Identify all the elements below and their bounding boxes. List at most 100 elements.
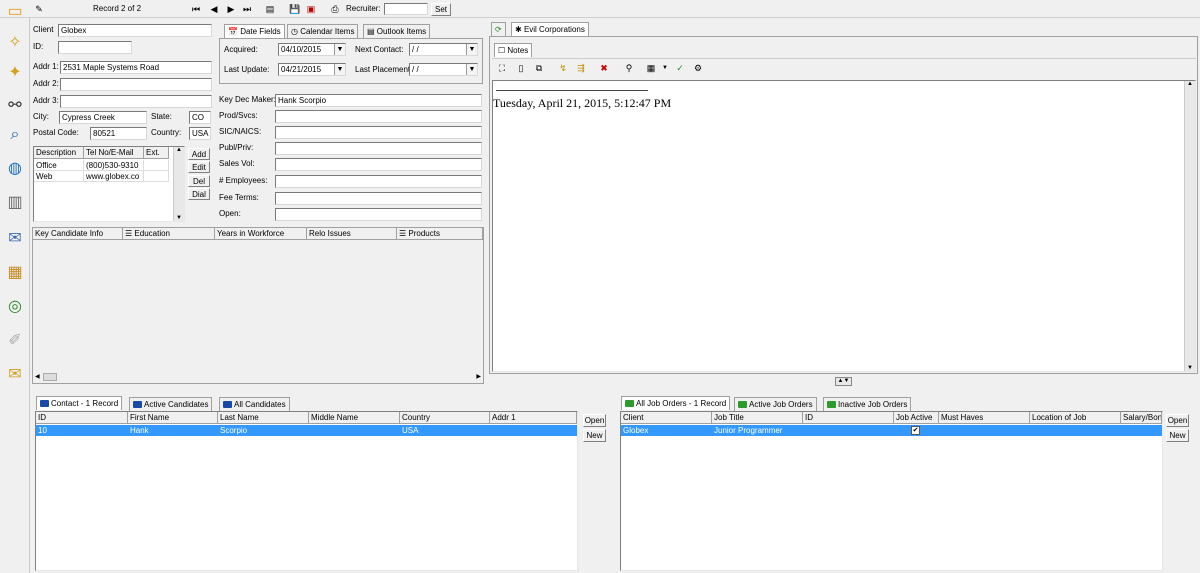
jobs-header-id[interactable]: ID (803, 412, 894, 424)
last-placement-field[interactable]: / / ▼ (409, 63, 478, 76)
refresh-tab-icon[interactable]: ⟳ (491, 22, 506, 36)
postal-field[interactable]: 80521 (90, 127, 147, 140)
new-record-icon[interactable]: ✧ (4, 32, 26, 54)
scroll-left-icon[interactable]: ◀ (35, 372, 40, 383)
jobs-header-must-haves[interactable]: Must Haves (939, 412, 1030, 424)
tab-calendar-items[interactable]: ◷ Calendar Items (287, 24, 359, 38)
contacts-header-last[interactable]: Last Name (218, 412, 309, 424)
client-field[interactable]: Globex (58, 24, 212, 37)
tab-date-fields[interactable]: 📅 Date Fields (224, 24, 285, 38)
state-field[interactable]: CO (189, 111, 211, 124)
dial-phone-button[interactable]: Dial (188, 188, 210, 200)
tab-all-candidates[interactable]: All Candidates (219, 397, 290, 411)
jobs-header-client[interactable]: Client (621, 412, 712, 424)
addr1-field[interactable]: 2531 Maple Systems Road (60, 61, 212, 74)
job-active-checkbox[interactable]: ✔ (911, 426, 920, 435)
city-field[interactable]: Cypress Creek (59, 111, 147, 124)
format-icon[interactable]: ⇶ (576, 63, 586, 73)
info-header-key-candidate[interactable]: Key Candidate Info (33, 228, 123, 240)
next-contact-field[interactable]: / / ▼ (409, 43, 478, 56)
jobs-new-button[interactable]: New (1166, 429, 1189, 442)
dropdown-arrow-icon[interactable]: ▼ (466, 64, 477, 75)
dropdown-arrow-icon[interactable]: ▼ (334, 64, 345, 75)
spellcheck-icon[interactable]: ✓ (675, 63, 685, 73)
scroll-thumb[interactable] (43, 373, 57, 381)
info-header-education[interactable]: ☰ Education (123, 228, 215, 240)
acquired-field[interactable]: 04/10/2015 ▼ (278, 43, 346, 56)
edit-pencil-icon[interactable]: ✎ (34, 4, 44, 14)
scroll-down-icon[interactable]: ▼ (1185, 365, 1195, 371)
tab-inactive-job-orders[interactable]: Inactive Job Orders (823, 397, 912, 411)
tab-all-job-orders[interactable]: All Job Orders - 1 Record (621, 396, 731, 410)
envelope-icon[interactable]: ✉ (4, 364, 26, 386)
search-icon[interactable]: ⌕ (4, 124, 26, 146)
tab-contacts[interactable]: Contact - 1 Record (36, 396, 123, 410)
mail-log-icon[interactable]: ✉ (4, 228, 26, 250)
contacts-header-addr1[interactable]: Addr 1 (490, 412, 577, 424)
add-phone-button[interactable]: Add (188, 148, 210, 160)
settings-icon[interactable]: ⚙ (693, 63, 703, 73)
dropdown-arrow-icon[interactable]: ▼ (334, 44, 345, 55)
contacts-header-id[interactable]: ID (36, 412, 128, 424)
phone-row[interactable]: Office (800)530-9310 (34, 160, 169, 171)
info-header-years[interactable]: Years in Workforce (215, 228, 307, 240)
clipboard-icon[interactable]: ▥ (4, 192, 26, 214)
jobs-header-salary[interactable]: Salary/Bon (1121, 412, 1162, 424)
copy-icon[interactable]: ⧉ (534, 63, 544, 73)
addr3-field[interactable] (60, 95, 212, 108)
sic-field[interactable] (275, 126, 482, 139)
delete-note-icon[interactable]: ✖ (599, 63, 609, 73)
addr2-field[interactable] (60, 78, 212, 91)
folder-open-icon[interactable]: ▭ (4, 1, 26, 23)
jobs-header-location[interactable]: Location of Job (1030, 412, 1121, 424)
edit-phone-button[interactable]: Edit (188, 161, 210, 173)
contacts-new-button[interactable]: New (583, 429, 606, 442)
globe-icon[interactable]: ◍ (4, 158, 26, 180)
tab-notes[interactable]: ☐ Notes (494, 43, 533, 57)
phone-row[interactable]: Web www.globex.co (34, 171, 169, 182)
print-icon[interactable]: ⎙ (330, 4, 340, 14)
new-item-icon[interactable]: ✦ (4, 62, 26, 84)
web-globe-icon[interactable]: ◎ (4, 296, 26, 318)
info-header-relo[interactable]: Relo Issues (307, 228, 397, 240)
sales-field[interactable] (275, 158, 482, 171)
publ-field[interactable] (275, 142, 482, 155)
next-record-icon[interactable]: ▶ (226, 4, 236, 14)
info-hscrollbar[interactable]: ◀ ▶ (33, 372, 483, 383)
delete-phone-button[interactable]: Del (188, 175, 210, 187)
scroll-up-icon[interactable]: ▲ (174, 147, 184, 153)
jobs-header-active[interactable]: Job Active (894, 412, 939, 424)
dropdown-arrow-icon[interactable]: ▼ (466, 44, 477, 55)
save-icon[interactable]: 💾 (289, 4, 300, 14)
set-recruiter-button[interactable]: Set (431, 3, 451, 16)
scroll-down-icon[interactable]: ▼ (174, 215, 184, 221)
country-field[interactable]: USA (189, 127, 211, 140)
scroll-up-icon[interactable]: ▲ (1185, 81, 1195, 87)
table-icon[interactable]: ▦ (646, 63, 656, 73)
tab-active-candidates[interactable]: Active Candidates (129, 397, 213, 411)
employees-field[interactable] (275, 175, 482, 188)
scroll-right-icon[interactable]: ▶ (476, 372, 481, 383)
jobs-header-title[interactable]: Job Title (712, 412, 803, 424)
table-row[interactable]: 10 Hank Scorpio USA (36, 425, 577, 436)
select-all-icon[interactable]: ⛶ (497, 63, 507, 73)
tab-outlook-items[interactable]: ▤ Outlook Items (363, 24, 431, 38)
jobs-open-button[interactable]: Open (1166, 414, 1189, 427)
contact-card-icon[interactable]: ▦ (4, 262, 26, 284)
list-view-icon[interactable]: ▤ (265, 4, 275, 14)
notes-scrollbar[interactable]: ▲ ▼ (1184, 81, 1195, 371)
key-dec-field[interactable]: Hank Scorpio (275, 94, 482, 107)
timestamp-icon[interactable]: ↯ (558, 63, 568, 73)
first-record-icon[interactable]: ⏮ (191, 4, 201, 14)
find-icon[interactable]: ⚲ (624, 63, 634, 73)
prod-field[interactable] (275, 110, 482, 123)
last-update-field[interactable]: 04/21/2015 ▼ (278, 63, 346, 76)
splitter-arrows-icon[interactable]: ▲▼ (835, 377, 852, 386)
chevron-down-icon[interactable]: ▼ (660, 63, 670, 73)
tab-evil-corporations[interactable]: ✱ Evil Corporations (511, 22, 589, 36)
id-field[interactable] (58, 41, 132, 54)
tab-active-job-orders[interactable]: Active Job Orders (734, 397, 817, 411)
table-row[interactable]: Globex Junior Programmer ✔ (621, 425, 1162, 436)
binoculars-icon[interactable]: ⚯ (4, 95, 26, 117)
new-note-icon[interactable]: ▯ (516, 63, 526, 73)
